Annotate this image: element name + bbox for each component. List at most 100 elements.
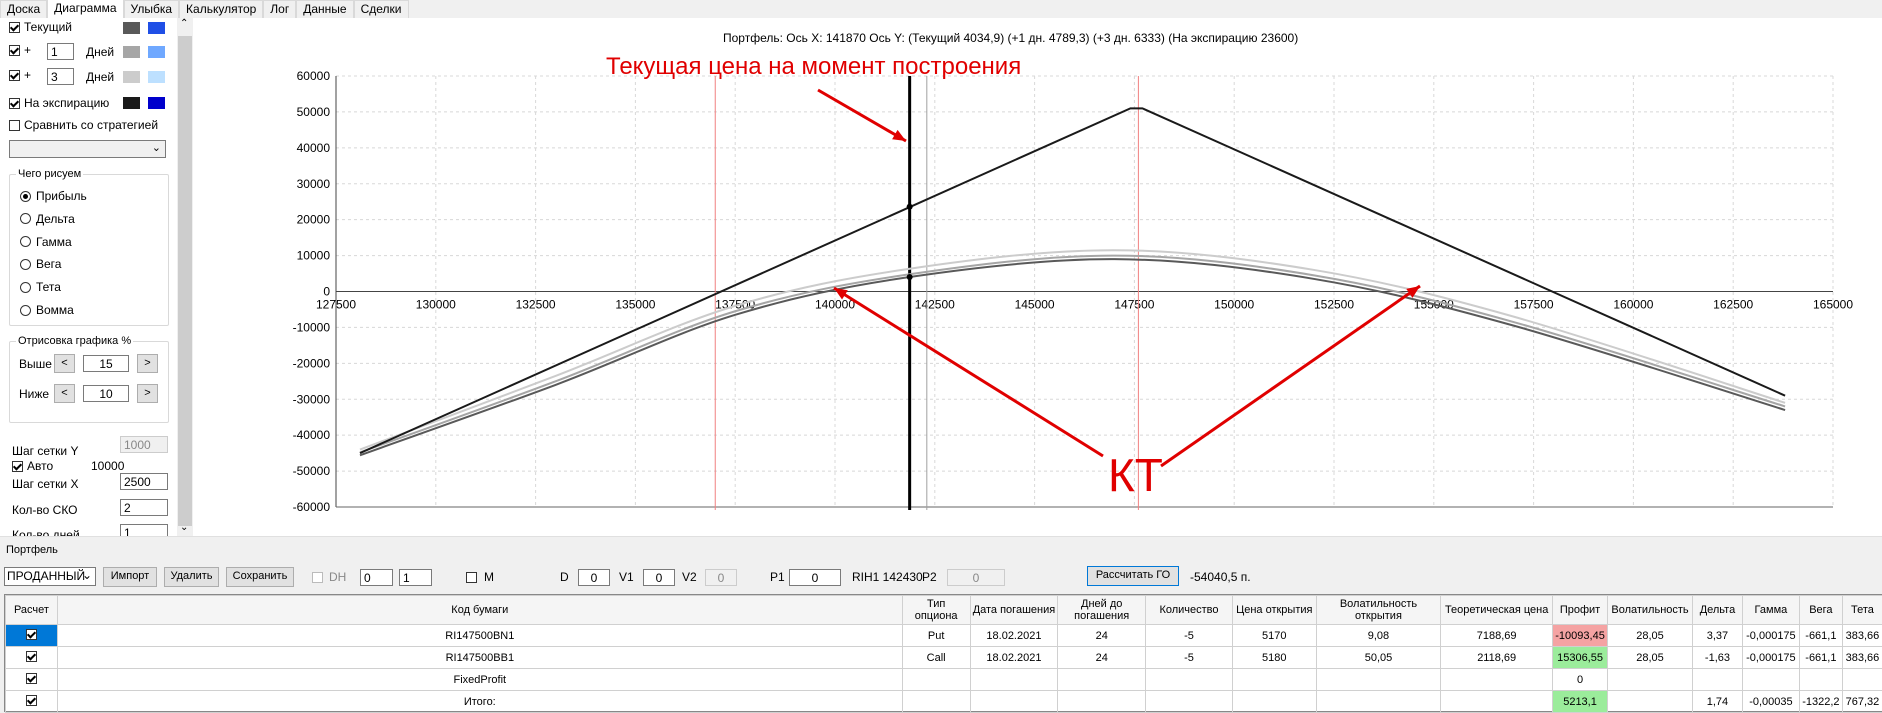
calc-checkbox[interactable] [26, 629, 37, 640]
plus3-color-swatch-2[interactable] [148, 71, 165, 83]
column-header[interactable]: Дней до погашения [1058, 596, 1146, 625]
table-row[interactable]: Итого:5213,11,74-0,00035-1322,2767,32 [6, 691, 1882, 713]
tab-5[interactable]: Данные [296, 0, 353, 18]
calc-cell[interactable] [6, 691, 58, 713]
compare-row[interactable]: Сравнить со стратегией [9, 118, 158, 132]
scroll-down-icon[interactable]: ⌄ [180, 522, 188, 533]
days-input[interactable]: 1 [120, 524, 168, 536]
dh-spinner-2[interactable]: 1 [399, 569, 432, 586]
strategy-dropdown[interactable]: ⌄ [9, 140, 166, 158]
radio-0[interactable]: Прибыль [20, 189, 87, 203]
radio-button[interactable] [20, 305, 31, 316]
plus3-days-input[interactable]: 3 [47, 68, 74, 85]
table-row[interactable]: RI147500BN1Put18.02.202124-551709,087188… [6, 625, 1882, 647]
p2-input[interactable]: 0 [947, 569, 1005, 586]
m-checkbox[interactable] [466, 572, 477, 583]
column-header[interactable]: Профит [1553, 596, 1608, 625]
above-input[interactable]: 15 [83, 355, 129, 372]
column-header[interactable]: Волатильность открытия [1316, 596, 1441, 625]
tab-0[interactable]: Доска [0, 0, 47, 18]
expiration-color-swatch-2[interactable] [148, 97, 165, 109]
above-increase-button[interactable]: > [137, 354, 158, 373]
plus1-color-swatch[interactable] [123, 46, 140, 58]
above-decrease-button[interactable]: < [54, 354, 75, 373]
plus1-checkbox[interactable] [9, 45, 20, 56]
radio-button[interactable] [20, 259, 31, 270]
column-header[interactable]: Дата погашения [970, 596, 1058, 625]
sko-input[interactable]: 2 [120, 499, 168, 516]
plus1-days-input[interactable]: 1 [47, 43, 74, 60]
column-header[interactable]: Дельта [1693, 596, 1743, 625]
d-input[interactable]: 0 [578, 569, 610, 586]
calc-checkbox[interactable] [26, 651, 37, 662]
import-button[interactable]: Импорт [103, 567, 157, 587]
column-header[interactable]: Код бумаги [57, 596, 902, 625]
calc-cell[interactable] [6, 647, 58, 669]
column-header[interactable]: Количество [1146, 596, 1233, 625]
dh-spinner-1[interactable]: 0 [360, 569, 393, 586]
tab-4[interactable]: Лог [263, 0, 296, 18]
radio-button[interactable] [20, 191, 31, 202]
table-cell: 1,74 [1693, 691, 1743, 713]
calc-checkbox[interactable] [26, 695, 37, 706]
p1-input[interactable]: 0 [789, 569, 841, 586]
calculate-go-button[interactable]: Рассчитать ГО [1087, 566, 1179, 586]
radio-4[interactable]: Тета [20, 280, 61, 294]
column-header[interactable]: Теоретическая цена [1441, 596, 1553, 625]
expiration-row[interactable]: На экспирацию [9, 96, 109, 110]
plus3-color-swatch[interactable] [123, 71, 140, 83]
current-color-swatch[interactable] [123, 22, 140, 34]
radio-1[interactable]: Дельта [20, 212, 75, 226]
current-color-swatch-2[interactable] [148, 22, 165, 34]
current-checkbox[interactable] [9, 22, 20, 33]
sidebar-scrollbar[interactable]: ⌃ ⌄ [177, 18, 193, 536]
below-decrease-button[interactable]: < [54, 384, 75, 403]
grid-y-input[interactable]: 1000 [120, 436, 168, 453]
tab-6[interactable]: Сделки [354, 0, 409, 18]
radio-button[interactable] [20, 236, 31, 247]
save-button[interactable]: Сохранить [226, 567, 294, 587]
grid-x-input[interactable]: 2500 [120, 473, 168, 490]
expiration-checkbox[interactable] [9, 98, 20, 109]
calc-cell[interactable] [6, 669, 58, 691]
plus3-checkbox[interactable] [9, 70, 20, 81]
table-row[interactable]: FixedProfit0 [6, 669, 1882, 691]
v2-input[interactable]: 0 [705, 569, 737, 586]
radio-2[interactable]: Гамма [20, 235, 72, 249]
calc-checkbox[interactable] [26, 673, 37, 684]
column-header[interactable]: Тип опциона [902, 596, 970, 625]
expiration-color-swatch[interactable] [123, 97, 140, 109]
portfolio-dropdown[interactable]: ПРОДАННЫЙ ⌄ [4, 567, 96, 586]
x-tick-label: 160000 [1613, 298, 1653, 312]
table-row[interactable]: RI147500BB1Call18.02.202124-5518050,0521… [6, 647, 1882, 669]
delete-button[interactable]: Удалить [164, 567, 219, 587]
x-tick-label: 132500 [516, 298, 556, 312]
compare-checkbox[interactable] [9, 120, 20, 131]
column-header[interactable]: Цена открытия [1232, 596, 1316, 625]
column-header[interactable]: Расчет [6, 596, 58, 625]
auto-checkbox[interactable] [12, 461, 23, 472]
v1-input[interactable]: 0 [643, 569, 675, 586]
tab-1[interactable]: Диаграмма [47, 0, 123, 19]
plus1-color-swatch-2[interactable] [148, 46, 165, 58]
tab-2[interactable]: Улыбка [124, 0, 180, 18]
radio-button[interactable] [20, 282, 31, 293]
table-cell [1146, 691, 1233, 713]
radio-3[interactable]: Вега [20, 257, 61, 271]
column-header[interactable]: Вега [1799, 596, 1842, 625]
auto-row[interactable]: Авто [12, 459, 53, 473]
column-header[interactable]: Волатильность [1608, 596, 1693, 625]
scrollbar-thumb[interactable] [178, 36, 192, 526]
dh-checkbox[interactable] [312, 572, 323, 583]
calc-cell[interactable] [6, 625, 58, 647]
below-increase-button[interactable]: > [137, 384, 158, 403]
radio-button[interactable] [20, 213, 31, 224]
tab-3[interactable]: Калькулятор [179, 0, 263, 18]
radio-5[interactable]: Вомма [20, 303, 74, 317]
scroll-up-icon[interactable]: ⌃ [180, 18, 188, 29]
below-input[interactable]: 10 [83, 385, 129, 402]
column-header[interactable]: Гамма [1742, 596, 1799, 625]
column-header[interactable]: Тета [1842, 596, 1882, 625]
table-cell: -1322,2 [1799, 691, 1842, 713]
current-row[interactable]: Текущий [9, 20, 72, 34]
